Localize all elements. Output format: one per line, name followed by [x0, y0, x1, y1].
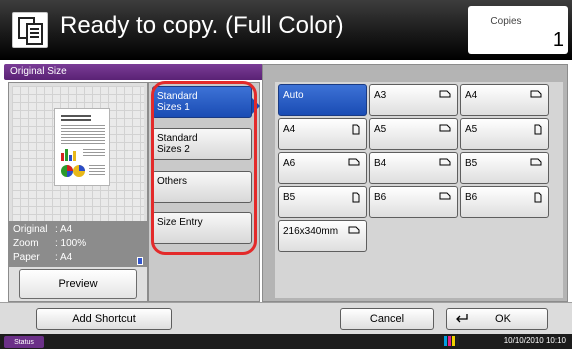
section-title: Original Size	[10, 66, 67, 77]
ok-button[interactable]: OK	[446, 308, 548, 330]
status-datetime: 10/10/2010 10:10	[503, 336, 566, 345]
size-a3[interactable]: A3	[369, 84, 458, 116]
size-b6-portrait[interactable]: B6	[460, 186, 549, 218]
ok-label: OK	[495, 313, 511, 325]
page-title: Ready to copy. (Full Color)	[60, 12, 344, 39]
add-shortcut-button[interactable]: Add Shortcut	[36, 308, 172, 330]
enter-icon	[456, 314, 468, 323]
size-a4-portrait[interactable]: A4	[278, 118, 367, 150]
copy-icon	[12, 12, 48, 48]
status-bar: Status 10/10/2010 10:10	[0, 334, 572, 349]
landscape-icon	[439, 124, 451, 132]
cancel-button[interactable]: Cancel	[340, 308, 434, 330]
preview-panel: Original: A4 Zoom: 100% Paper: A4 Previe…	[8, 82, 148, 302]
preview-button[interactable]: Preview	[19, 269, 137, 299]
document-thumbnail	[54, 108, 110, 186]
portrait-icon	[352, 124, 360, 135]
size-a6[interactable]: A6	[278, 152, 367, 184]
size-b4[interactable]: B4	[369, 152, 458, 184]
paper-orientation-icon	[137, 257, 143, 265]
landscape-icon	[439, 192, 451, 200]
size-b5-landscape[interactable]: B5	[460, 152, 549, 184]
size-b5-portrait[interactable]: B5	[278, 186, 367, 218]
info-original: Original: A4	[13, 224, 73, 235]
copies-label: Copies	[490, 16, 522, 27]
landscape-icon	[348, 158, 360, 166]
portrait-icon	[534, 124, 542, 135]
action-bar: Add Shortcut Cancel OK	[0, 302, 572, 334]
size-a4-landscape[interactable]: A4	[460, 84, 549, 116]
landscape-icon	[439, 158, 451, 166]
landscape-icon	[530, 90, 542, 98]
status-button[interactable]: Status	[4, 336, 44, 348]
landscape-icon	[348, 226, 360, 234]
size-b6-landscape[interactable]: B6	[369, 186, 458, 218]
preview-info: Original: A4 Zoom: 100% Paper: A4	[9, 221, 147, 267]
portrait-icon	[352, 192, 360, 203]
info-zoom: Zoom: 100%	[13, 238, 87, 249]
category-highlight	[151, 81, 257, 255]
copies-value: 1	[552, 29, 564, 51]
landscape-icon	[530, 158, 542, 166]
info-paper: Paper: A4	[13, 252, 73, 263]
preview-area	[12, 86, 144, 224]
toner-level-icon	[444, 336, 459, 346]
size-a5-portrait[interactable]: A5	[460, 118, 549, 150]
landscape-icon	[439, 90, 451, 98]
copies-counter: Copies 1	[468, 6, 568, 54]
header-bar: Ready to copy. (Full Color) Copies 1	[0, 0, 572, 60]
size-a5-landscape[interactable]: A5	[369, 118, 458, 150]
portrait-icon	[534, 192, 542, 203]
size-216x340mm[interactable]: 216x340mm	[278, 220, 367, 252]
size-auto[interactable]: Auto	[278, 84, 367, 116]
